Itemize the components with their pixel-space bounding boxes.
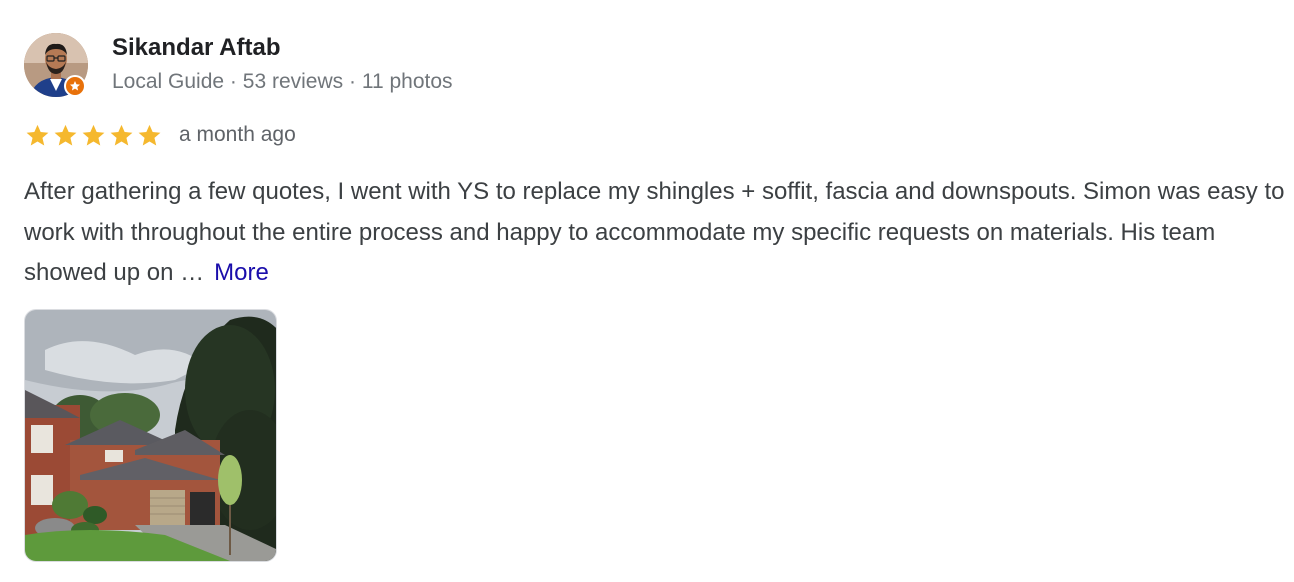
reviewer-role: Local Guide bbox=[112, 70, 225, 93]
review-date: a month ago bbox=[179, 123, 296, 146]
star-icon bbox=[82, 124, 105, 146]
review-photo[interactable] bbox=[24, 309, 277, 562]
meta-separator: · bbox=[349, 70, 356, 93]
local-guide-star-icon bbox=[64, 75, 86, 97]
reviewer-avatar-wrap[interactable] bbox=[24, 33, 88, 97]
reviewer-name[interactable]: Sikandar Aftab bbox=[112, 33, 280, 63]
star-icon bbox=[54, 124, 77, 146]
more-link[interactable]: More bbox=[214, 259, 269, 286]
star-rating bbox=[24, 122, 163, 149]
reviewer-meta: Local Guide · 53 reviews · 11 photos bbox=[112, 68, 453, 96]
star-icon bbox=[138, 124, 161, 146]
reviewer-photo-count: 11 photos bbox=[361, 70, 453, 93]
review-text-block: After gathering a few quotes, I went wit… bbox=[24, 172, 1286, 294]
star-icon bbox=[26, 124, 49, 146]
house-photo bbox=[25, 310, 276, 561]
rating-row: a month ago bbox=[24, 120, 296, 150]
reviewer-review-count: 53 reviews bbox=[242, 70, 344, 93]
star-icon bbox=[110, 124, 133, 146]
meta-separator: · bbox=[229, 70, 237, 93]
